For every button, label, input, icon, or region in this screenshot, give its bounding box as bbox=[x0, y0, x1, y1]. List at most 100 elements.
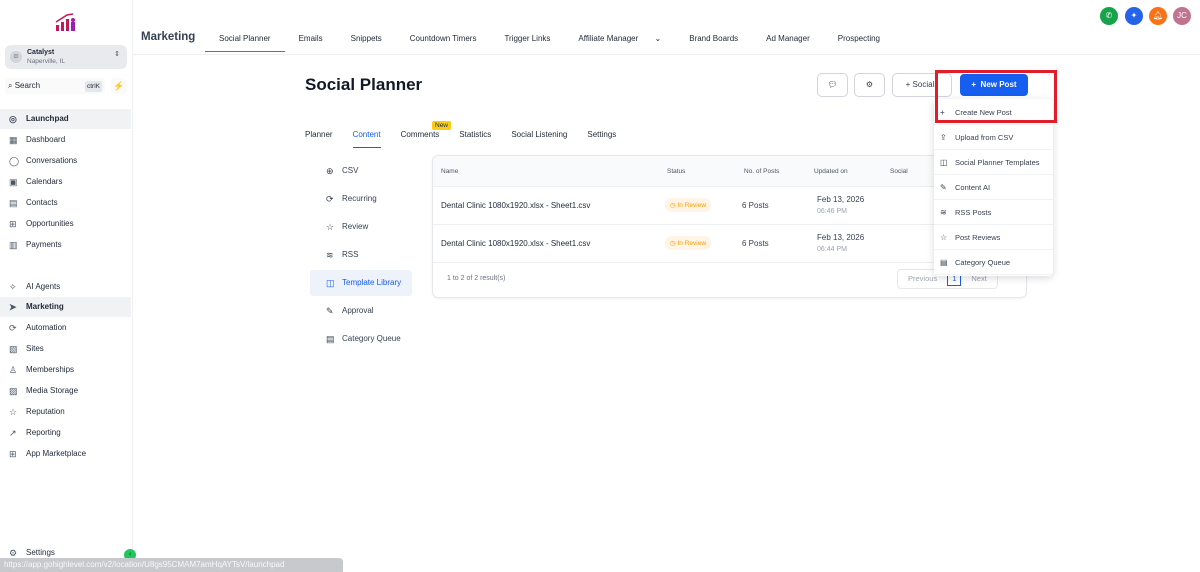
updated-time: 06:46 PM bbox=[817, 208, 847, 215]
gear-icon: ⚙ bbox=[865, 80, 874, 89]
menu-label: RSS bbox=[342, 250, 359, 259]
dropdown-item-upload-from-csv[interactable]: ⇪ Upload from CSV bbox=[934, 125, 1053, 150]
sidebar-item-label: Automation bbox=[26, 323, 67, 332]
bell-icon[interactable]: 🔔︎ bbox=[1149, 7, 1167, 25]
tab-ad-manager[interactable]: Ad Manager bbox=[752, 34, 824, 52]
tab-emails[interactable]: Emails bbox=[285, 34, 337, 52]
sidebar-item-label: Memberships bbox=[26, 365, 75, 374]
search-input[interactable]: ⌕ Search ctrlK bbox=[5, 78, 105, 94]
subtab-statistics[interactable]: Statistics bbox=[459, 130, 491, 148]
row-name[interactable]: Dental Clinic 1080x1920.xlsx - Sheet1.cs… bbox=[441, 239, 590, 248]
menu-label: Approval bbox=[342, 306, 374, 315]
comment-icon: 💬︎ bbox=[827, 80, 838, 89]
sidebar-item-media-storage[interactable]: ▨ Media Storage bbox=[0, 381, 131, 401]
new-post-dropdown: + Create New Post ⇪ Upload from CSV ◫ Social … bbox=[934, 99, 1053, 276]
sidebar-item-app-marketplace[interactable]: ⊞ App Marketplace bbox=[0, 444, 131, 464]
col-social: Social bbox=[890, 168, 908, 175]
dropdown-item-social-planner-templates[interactable]: ◫ Social Planner Templates bbox=[934, 150, 1053, 175]
location-city: Naperville, IL bbox=[27, 58, 65, 65]
clock-icon: ◷ bbox=[670, 240, 676, 247]
sidebar: ☺ Catalyst Naperville, IL ⇕ ⌕ Search ctrl… bbox=[0, 0, 133, 572]
tab-prospecting[interactable]: Prospecting bbox=[824, 34, 894, 52]
sidebar-item-automation[interactable]: ⟳ Automation bbox=[0, 318, 131, 338]
phone-icon[interactable]: ✆ bbox=[1100, 7, 1118, 25]
sidebar-item-label: Contacts bbox=[26, 198, 58, 207]
dropdown-item-content-ai[interactable]: ✎ Content AI bbox=[934, 175, 1053, 200]
tab-snippets[interactable]: Snippets bbox=[337, 34, 396, 52]
post-count: 6 Posts bbox=[742, 201, 769, 210]
tab-trigger-links[interactable]: Trigger Links bbox=[490, 34, 564, 52]
tab-brand-boards[interactable]: Brand Boards bbox=[675, 34, 752, 52]
dropdown-item-rss-posts[interactable]: ≋ RSS Posts bbox=[934, 200, 1053, 225]
sidebar-item-label: App Marketplace bbox=[26, 449, 87, 458]
subtab-planner[interactable]: Planner bbox=[305, 130, 333, 148]
tab-social-planner[interactable]: Social Planner bbox=[205, 34, 285, 52]
sidebar-item-reputation[interactable]: ☆ Reputation bbox=[0, 402, 131, 422]
sidebar-item-dashboard[interactable]: ▦ Dashboard bbox=[0, 130, 131, 150]
page-title: Social Planner bbox=[305, 75, 423, 94]
sidebar-item-sites[interactable]: ▧ Sites bbox=[0, 339, 131, 359]
tab-label: Emails bbox=[298, 34, 323, 43]
quick-actions-bolt-icon[interactable]: ⚡ bbox=[111, 78, 127, 94]
launchpad-icon: ◎ bbox=[9, 114, 17, 124]
send-icon: ➤ bbox=[9, 302, 17, 312]
sidebar-item-launchpad[interactable]: ◎ Launchpad bbox=[0, 109, 131, 129]
tab-label: Affiliate Manager bbox=[578, 34, 639, 43]
menu-label: CSV bbox=[342, 166, 359, 175]
content-menu-rss[interactable]: ≋ RSS bbox=[310, 242, 412, 268]
template-icon: ◫ bbox=[326, 278, 335, 288]
media-icon: ▨ bbox=[9, 386, 18, 396]
dropdown-label: Post Reviews bbox=[955, 233, 1001, 242]
sidebar-item-payments[interactable]: ▥ Payments bbox=[0, 235, 131, 255]
avatar[interactable]: JC bbox=[1173, 7, 1191, 25]
contacts-icon: ▤ bbox=[9, 198, 18, 208]
memberships-icon: ♙ bbox=[9, 365, 18, 375]
content-menu-category-queue[interactable]: ▤ Category Queue bbox=[310, 326, 412, 352]
star-icon: ☆ bbox=[326, 222, 335, 232]
dropdown-item-post-reviews[interactable]: ☆ Post Reviews bbox=[934, 225, 1053, 250]
content-menu-recurring[interactable]: ⟳ Recurring bbox=[310, 186, 412, 212]
subtab-content[interactable]: Content bbox=[352, 130, 381, 148]
menu-label: Template Library bbox=[342, 278, 402, 287]
dropdown-item-category-queue[interactable]: ▤ Category Queue bbox=[934, 250, 1053, 275]
sidebar-item-marketing[interactable]: ➤ Marketing bbox=[0, 297, 131, 317]
content-menu-template-library[interactable]: ◫ Template Library bbox=[310, 270, 412, 296]
status-badge: ◷ In Review bbox=[665, 198, 712, 212]
tab-countdown-timers[interactable]: Countdown Timers bbox=[396, 34, 491, 52]
sidebar-item-conversations[interactable]: ◯ Conversations bbox=[0, 151, 131, 171]
content-menu-approval[interactable]: ✎ Approval bbox=[310, 298, 412, 324]
upload-icon: ⊕ bbox=[326, 166, 334, 176]
menu-label: Category Queue bbox=[342, 334, 401, 343]
automation-icon: ⟳ bbox=[9, 323, 17, 333]
subtab-settings[interactable]: Settings bbox=[587, 130, 616, 148]
magic-icon[interactable]: ✦ bbox=[1125, 7, 1143, 25]
tab-label: Trigger Links bbox=[504, 34, 551, 43]
sidebar-item-contacts[interactable]: ▤ Contacts bbox=[0, 193, 131, 213]
rss-icon: ≋ bbox=[326, 250, 334, 260]
sidebar-item-label: Marketing bbox=[26, 302, 64, 311]
sidebar-item-reporting[interactable]: ↗ Reporting bbox=[0, 423, 131, 443]
sidebar-item-memberships[interactable]: ♙ Memberships bbox=[0, 360, 131, 380]
sidebar-item-calendars[interactable]: ▣ Calendars bbox=[0, 172, 131, 192]
highlight-box bbox=[935, 70, 1057, 123]
sidebar-item-ai-agents[interactable]: ✧ AI Agents bbox=[0, 277, 131, 297]
sidebar-item-label: Calendars bbox=[26, 177, 63, 186]
sidebar-item-label: Sites bbox=[26, 344, 44, 353]
dropdown-label: Category Queue bbox=[955, 258, 1011, 267]
sidebar-item-label: Settings bbox=[26, 548, 55, 557]
location-switcher[interactable]: ☺ Catalyst Naperville, IL ⇕ bbox=[5, 45, 127, 69]
sidebar-item-opportunities[interactable]: ⊞ Opportunities bbox=[0, 214, 131, 234]
tab-affiliate-manager[interactable]: Affiliate Manager ⌄ bbox=[564, 34, 675, 52]
row-name[interactable]: Dental Clinic 1080x1920.xlsx - Sheet1.cs… bbox=[441, 201, 590, 210]
feedback-button[interactable]: 💬︎ bbox=[817, 73, 848, 97]
settings-button[interactable]: ⚙ bbox=[854, 73, 885, 97]
dashboard-icon: ▦ bbox=[9, 135, 18, 145]
reporting-icon: ↗ bbox=[9, 428, 17, 438]
subtab-social-listening[interactable]: Social Listening bbox=[511, 130, 567, 148]
tab-label: Prospecting bbox=[837, 34, 880, 43]
content-menu-review[interactable]: ☆ Review bbox=[310, 214, 412, 240]
content-menu-csv[interactable]: ⊕ CSV bbox=[310, 158, 412, 184]
subtab-comments[interactable]: Comments bbox=[401, 130, 440, 148]
sidebar-item-label: Reporting bbox=[26, 428, 61, 437]
queue-icon: ▤ bbox=[940, 258, 948, 267]
